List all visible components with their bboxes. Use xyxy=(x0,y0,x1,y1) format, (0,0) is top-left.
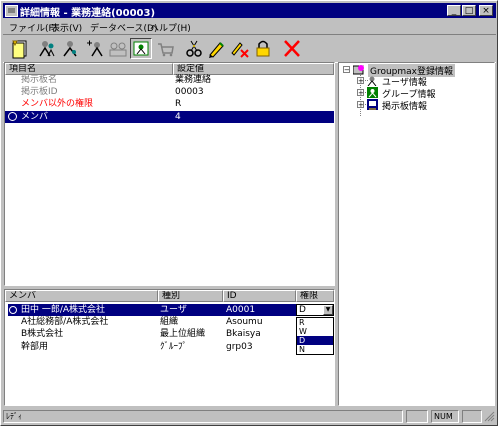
expand-icon[interactable]: + xyxy=(357,89,364,97)
basket-icon[interactable] xyxy=(155,38,177,59)
member-name: B株式会社 xyxy=(21,329,64,339)
member-id: Bkaisya xyxy=(226,329,261,339)
cut-icon[interactable] xyxy=(183,38,205,59)
new-entry-icon[interactable] xyxy=(9,38,31,59)
edit-icon[interactable] xyxy=(206,38,228,59)
tree-item-boards[interactable]: 掲示板情報 xyxy=(382,99,427,112)
users-icon[interactable] xyxy=(107,38,129,59)
status-indicator-scroll xyxy=(462,410,482,423)
member-id: A0001 xyxy=(226,305,256,315)
member-name: A社総務部/A株式会社 xyxy=(21,317,109,327)
title-bar[interactable]: 詳細情報 - 業務連絡(00003) _ □ × xyxy=(3,3,496,19)
cancel-icon[interactable] xyxy=(281,38,303,59)
property-name: メンバ以外の権限 xyxy=(21,99,94,109)
delete-icon[interactable] xyxy=(229,38,251,59)
maximize-button[interactable]: □ xyxy=(462,5,476,16)
permission-option-selected[interactable]: D xyxy=(297,336,333,345)
user-group-icon[interactable] xyxy=(36,38,58,59)
expand-icon[interactable]: + xyxy=(357,101,364,109)
member-type: 組織 xyxy=(160,317,179,327)
menu-database[interactable]: データベース(D) xyxy=(90,21,158,34)
member-row[interactable]: 田中 一郎/A株式会社 ユーザ A0001 D ▼ xyxy=(5,304,334,316)
property-value: R xyxy=(175,99,182,109)
main-window: 詳細情報 - 業務連絡(00003) _ □ × ファイル(F) 表示(V) デ… xyxy=(0,0,498,426)
window-title: 詳細情報 - 業務連絡(00003) xyxy=(20,8,156,19)
member-type: ユーザ xyxy=(160,305,187,315)
resize-grip-icon[interactable] xyxy=(484,411,495,422)
member-id: grp03 xyxy=(226,342,253,352)
permission-option[interactable]: W xyxy=(297,327,333,336)
member-name: 幹部用 xyxy=(21,342,49,352)
user-info-icon xyxy=(367,76,377,86)
permission-options-list: R W D N xyxy=(296,317,334,355)
member-row[interactable]: B株式会社 最上位組織 Bkaisya xyxy=(5,328,295,340)
property-row[interactable]: メンバ以外の権限 R xyxy=(5,98,334,110)
member-type: 最上位組織 xyxy=(160,329,206,339)
add-user-icon[interactable] xyxy=(84,38,106,59)
status-text: ﾚﾃﾞｨ xyxy=(3,410,403,423)
members-pane: メンバ 種別 ID 権限 田中 一郎/A株式会社 ユーザ A0001 D ▼ A… xyxy=(4,289,335,406)
member-id: Asoumu xyxy=(226,317,263,327)
user-icon xyxy=(9,306,17,314)
member-type: ｸﾞﾙｰﾌﾟ xyxy=(160,342,188,352)
status-indicator-num: NUM xyxy=(431,410,459,423)
property-row[interactable]: 掲示板ID 00003 xyxy=(5,86,334,98)
database-icon xyxy=(353,65,364,75)
property-name: 掲示板名 xyxy=(21,75,58,85)
property-name: 掲示板ID xyxy=(21,87,58,97)
board-info-icon xyxy=(367,99,378,110)
permission-value: D xyxy=(299,305,306,315)
menu-view[interactable]: 表示(V) xyxy=(51,21,82,34)
group-info-icon xyxy=(367,87,378,98)
property-row-selected[interactable]: メンバ 4 xyxy=(5,111,334,123)
property-value: 00003 xyxy=(175,87,204,97)
property-row[interactable]: 掲示板名 業務連絡 xyxy=(5,74,334,86)
menu-help[interactable]: ヘルプ(H) xyxy=(150,21,191,34)
menu-bar: ファイル(F) 表示(V) データベース(D) ヘルプ(H) xyxy=(3,19,496,34)
column-header-type[interactable]: 種別 xyxy=(158,290,223,302)
column-header-id[interactable]: ID xyxy=(223,290,296,302)
group-select-icon[interactable] xyxy=(130,38,152,59)
property-value: 業務連絡 xyxy=(175,75,212,85)
status-indicator-caps xyxy=(406,410,428,423)
app-icon[interactable] xyxy=(5,5,18,17)
member-row[interactable]: 幹部用 ｸﾞﾙｰﾌﾟ grp03 xyxy=(5,341,295,353)
lock-icon[interactable] xyxy=(252,38,274,59)
collapse-icon[interactable]: − xyxy=(343,66,350,74)
permission-option[interactable]: R xyxy=(297,318,333,327)
member-name: 田中 一郎/A株式会社 xyxy=(21,305,106,315)
member-row[interactable]: A社総務部/A株式会社 組織 Asoumu xyxy=(5,316,295,328)
menu-file[interactable]: ファイル(F) xyxy=(9,21,57,34)
permission-option[interactable]: N xyxy=(297,345,333,354)
permission-dropdown[interactable]: D ▼ xyxy=(296,304,334,316)
column-header-member[interactable]: メンバ xyxy=(5,290,158,302)
user-icon[interactable] xyxy=(59,38,81,59)
property-value: 4 xyxy=(175,112,181,122)
properties-pane: 項目名 設定値 掲示板名 業務連絡 掲示板ID 00003 メンバ以外の権限 R… xyxy=(4,62,335,286)
close-button[interactable]: × xyxy=(479,5,493,16)
minimize-button[interactable]: _ xyxy=(447,5,461,16)
member-icon xyxy=(8,112,17,121)
status-bar: ﾚﾃﾞｨ NUM xyxy=(3,409,496,424)
tree-pane: − Groupmax登録情報 + ユーザ情報 + グループ情報 + 掲示板情報 xyxy=(338,62,495,406)
property-name: メンバ xyxy=(21,112,49,122)
chevron-down-icon[interactable]: ▼ xyxy=(323,305,333,315)
expand-icon[interactable]: + xyxy=(357,77,364,85)
toolbar xyxy=(3,34,496,63)
column-header-permission[interactable]: 権限 xyxy=(296,290,334,302)
